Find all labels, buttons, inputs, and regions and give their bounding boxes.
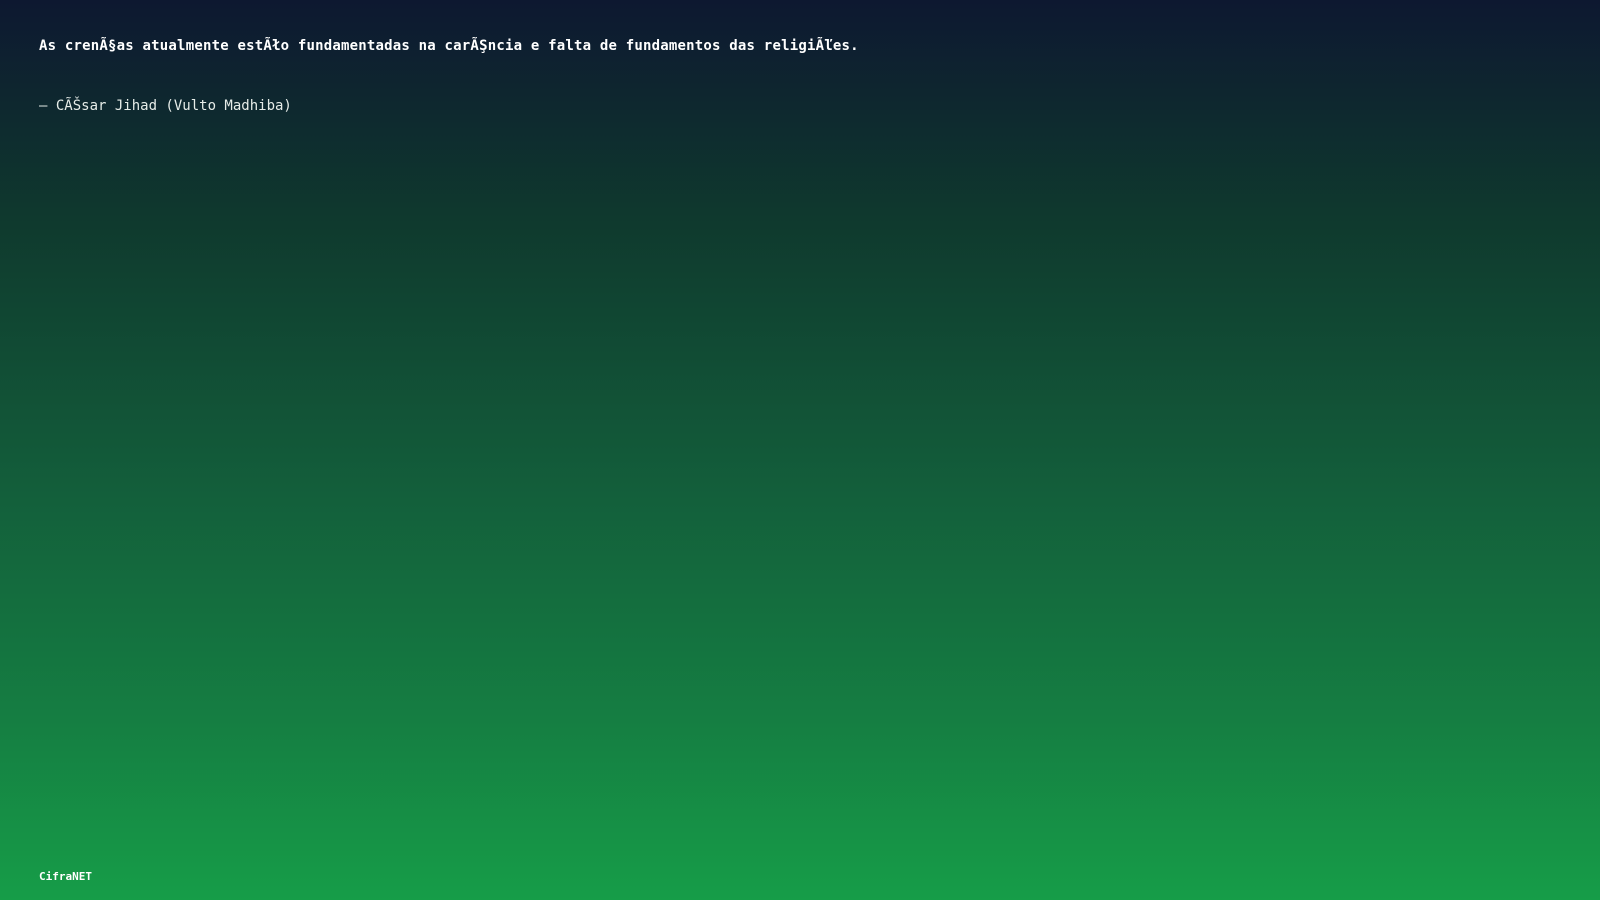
quote-author: – CÃŠsar Jihad (Vulto Madhiba): [39, 98, 292, 114]
quote-text: As crenÃ§as atualmente estÃło fundamenta…: [39, 38, 859, 54]
brand-label: CifraNET: [39, 870, 92, 883]
quote-page: As crenÃ§as atualmente estÃło fundamenta…: [0, 0, 1600, 900]
